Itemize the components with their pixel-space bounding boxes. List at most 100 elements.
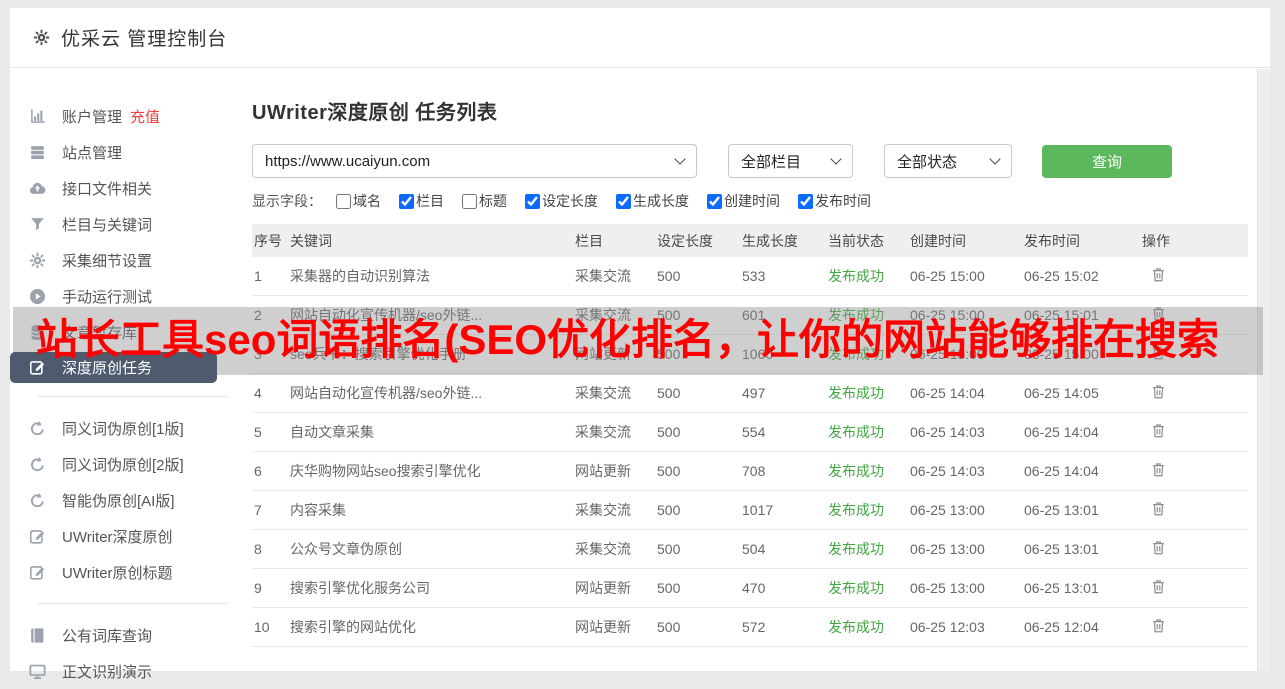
delete-button[interactable] bbox=[1150, 304, 1167, 323]
field-checkbox-创建时间[interactable]: 创建时间 bbox=[707, 191, 780, 211]
query-button[interactable]: 查询 bbox=[1042, 144, 1172, 178]
cell-published-time: 06-25 14:04 bbox=[1024, 424, 1099, 440]
sidebar-item-text-recognition[interactable]: 正文识别演示 bbox=[10, 653, 217, 689]
sidebar-item-collect-settings[interactable]: 采集细节设置 bbox=[10, 242, 217, 278]
cell-set-length: 500 bbox=[657, 346, 681, 362]
delete-button[interactable] bbox=[1150, 421, 1167, 440]
column-header: 关键词 bbox=[290, 232, 332, 249]
cell-status: 发布成功 bbox=[828, 385, 884, 401]
sidebar-item-synonym-2[interactable]: 同义词伪原创[2版] bbox=[10, 446, 217, 482]
sidebar-item-uwriter-deep[interactable]: UWriter深度原创 bbox=[10, 518, 217, 554]
cell-published-time: 06-25 14:05 bbox=[1024, 385, 1099, 401]
refresh-icon bbox=[28, 455, 47, 474]
sidebar-item-columns-keywords[interactable]: 栏目与关键词 bbox=[10, 206, 217, 242]
delete-button[interactable] bbox=[1150, 499, 1167, 518]
field-checkbox-label: 设定长度 bbox=[542, 193, 598, 209]
sidebar-item-label: 公有词库查询 bbox=[62, 627, 153, 645]
field-checkbox-input[interactable] bbox=[336, 193, 351, 209]
sidebar-item-manual-test[interactable]: 手动运行测试 bbox=[10, 278, 217, 314]
field-checkbox-label: 发布时间 bbox=[815, 193, 871, 209]
cell-created-time: 06-25 15:00 bbox=[910, 268, 985, 284]
cell-keyword: 搜索引擎的网站优化 bbox=[290, 619, 416, 635]
field-checkbox-发布时间[interactable]: 发布时间 bbox=[798, 191, 871, 211]
field-checkbox-input[interactable] bbox=[616, 193, 631, 209]
sidebar-item-smart-ai[interactable]: 智能伪原创[AI版] bbox=[10, 482, 217, 518]
table-body: 1 采集器的自动识别算法 采集交流 500 533 发布成功 06-25 15:… bbox=[252, 257, 1248, 647]
sidebar-item-public-lexicon[interactable]: 公有词库查询 bbox=[10, 617, 217, 653]
sidebar-divider bbox=[38, 396, 227, 397]
table-row: 9 搜索引擎优化服务公司 网站更新 500 470 发布成功 06-25 13:… bbox=[252, 569, 1248, 608]
cell-column: 采集交流 bbox=[575, 502, 631, 518]
field-checkbox-设定长度[interactable]: 设定长度 bbox=[525, 191, 598, 211]
delete-button[interactable] bbox=[1150, 343, 1167, 362]
delete-button[interactable] bbox=[1150, 265, 1167, 284]
delete-button[interactable] bbox=[1150, 538, 1167, 557]
column-select-value: 全部栏目 bbox=[741, 153, 802, 171]
monitor-icon bbox=[28, 662, 47, 681]
table-row: 2 网站自动化宣传机器/seo外链... 采集交流 500 601 发布成功 0… bbox=[252, 296, 1248, 335]
delete-button[interactable] bbox=[1150, 460, 1167, 479]
cloud-icon bbox=[28, 179, 47, 198]
play-icon bbox=[28, 287, 47, 306]
field-checkbox-input[interactable] bbox=[707, 193, 722, 209]
cell-index: 4 bbox=[254, 385, 262, 401]
cell-keyword: 网站自动化宣传机器/seo外链... bbox=[290, 307, 483, 323]
sidebar-item-label: 智能伪原创[AI版] bbox=[62, 492, 175, 510]
sidebar-item-account[interactable]: 账户管理 充值 bbox=[10, 98, 217, 134]
field-checkbox-栏目[interactable]: 栏目 bbox=[399, 191, 444, 211]
sidebar-item-sites[interactable]: 站点管理 bbox=[10, 134, 217, 170]
sidebar-item-uwriter-title[interactable]: UWriter原创标题 bbox=[10, 554, 217, 590]
cell-column: 网站更新 bbox=[575, 346, 631, 362]
cell-keyword: 采集器的自动识别算法 bbox=[290, 268, 430, 284]
field-checkbox-标题[interactable]: 标题 bbox=[462, 191, 507, 211]
cell-published-time: 06-25 14:04 bbox=[1024, 463, 1099, 479]
cell-set-length: 500 bbox=[657, 580, 681, 596]
cell-keyword: 内容采集 bbox=[290, 502, 346, 518]
trash-icon bbox=[1150, 265, 1167, 284]
delete-button[interactable] bbox=[1150, 382, 1167, 401]
refresh-icon bbox=[28, 491, 47, 510]
delete-button[interactable] bbox=[1150, 616, 1167, 635]
column-select[interactable]: 全部栏目 bbox=[728, 144, 853, 178]
field-checkbox-生成长度[interactable]: 生成长度 bbox=[616, 191, 689, 211]
column-header: 当前状态 bbox=[828, 232, 884, 249]
cell-column: 采集交流 bbox=[575, 268, 631, 284]
refresh-icon bbox=[28, 419, 47, 438]
trash-icon bbox=[1150, 577, 1167, 596]
field-checkbox-input[interactable] bbox=[462, 193, 477, 209]
sidebar-item-label: 账户管理 bbox=[62, 108, 123, 126]
cell-set-length: 500 bbox=[657, 541, 681, 557]
field-checkbox-域名[interactable]: 域名 bbox=[336, 191, 381, 211]
column-header: 发布时间 bbox=[1024, 232, 1080, 249]
sidebar-item-synonym-1[interactable]: 同义词伪原创[1版] bbox=[10, 410, 217, 446]
sidebar-item-label: 正文识别演示 bbox=[62, 663, 153, 681]
column-header: 操作 bbox=[1142, 232, 1170, 249]
sidebar-item-label: 采集细节设置 bbox=[62, 252, 153, 270]
cell-gen-length: 708 bbox=[742, 463, 766, 479]
gear-icon bbox=[32, 28, 51, 47]
cell-published-time: 06-25 15:02 bbox=[1024, 268, 1099, 284]
cell-published-time: 06-25 13:01 bbox=[1024, 580, 1099, 596]
cell-set-length: 500 bbox=[657, 424, 681, 440]
edit-icon bbox=[28, 527, 47, 546]
sidebar-item-interface-files[interactable]: 接口文件相关 bbox=[10, 170, 217, 206]
field-checkbox-input[interactable] bbox=[399, 193, 414, 209]
field-checkbox-label: 标题 bbox=[479, 193, 507, 209]
status-select[interactable]: 全部状态 bbox=[884, 144, 1012, 178]
cell-column: 采集交流 bbox=[575, 385, 631, 401]
recharge-badge[interactable]: 充值 bbox=[130, 106, 160, 127]
cell-status: 发布成功 bbox=[828, 463, 884, 479]
cell-keyword: seo兵书：搜索引擎优化手册 bbox=[290, 346, 467, 362]
delete-button[interactable] bbox=[1150, 577, 1167, 596]
sidebar-nav: 账户管理 充值 站点管理 接口文件相关 栏目与关键词 采集细节设置 手动运行测试… bbox=[10, 69, 242, 681]
cell-gen-length: 601 bbox=[742, 307, 766, 323]
sidebar-item-article-storage[interactable]: 文章暂存库 bbox=[10, 314, 217, 350]
column-header: 生成长度 bbox=[742, 232, 798, 249]
field-checkbox-input[interactable] bbox=[798, 193, 813, 209]
site-select[interactable]: https://www.ucaiyun.com bbox=[252, 144, 697, 178]
field-checkbox-input[interactable] bbox=[525, 193, 540, 209]
vertical-scrollbar[interactable] bbox=[1257, 69, 1270, 671]
cell-column: 网站更新 bbox=[575, 619, 631, 635]
cell-created-time: 06-25 14:04 bbox=[910, 385, 985, 401]
sidebar-item-deep-original-tasks[interactable]: 深度原创任务 bbox=[10, 352, 217, 383]
